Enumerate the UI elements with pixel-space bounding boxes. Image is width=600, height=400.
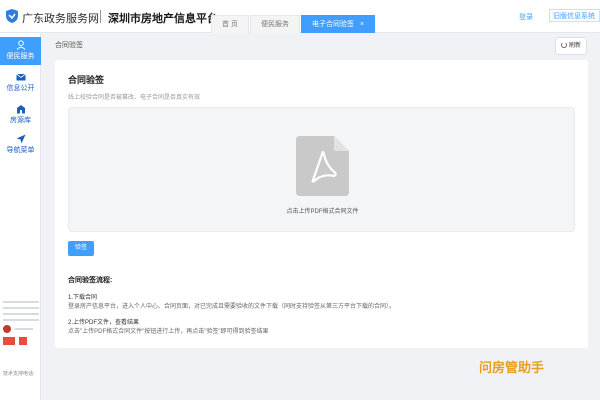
service-icon xyxy=(16,40,25,50)
mail-icon xyxy=(15,73,26,81)
gd-government-logo-icon xyxy=(6,9,18,23)
sidebar-footer-links xyxy=(3,301,39,345)
refresh-button[interactable]: 刷新 xyxy=(555,37,587,55)
sidebar-item-label: 房源库 xyxy=(10,117,31,124)
pdf-file-icon xyxy=(296,136,349,196)
sidebar-item-label: 导航菜单 xyxy=(6,147,35,154)
breadcrumb: 合同验签 xyxy=(55,42,83,49)
refresh-label: 刷新 xyxy=(568,43,581,49)
sidebar-item-navigation-menu[interactable]: 导航菜单 xyxy=(0,131,41,159)
tab-contract-verify-label: 电子合同验签 xyxy=(311,21,354,28)
process-title: 合同验签流程: xyxy=(68,277,113,284)
sidebar-item-label: 便民服务 xyxy=(6,53,35,60)
footer-link-line[interactable] xyxy=(3,301,39,303)
tab-contract-verify[interactable]: 电子合同验签 × xyxy=(300,15,376,33)
top-header: 广东政务服务网 深圳市房地产信息平台 首 页 便民服务 电子合同验签 × 登录 旧… xyxy=(0,0,600,33)
brand-divider xyxy=(100,10,101,23)
footer-badges xyxy=(3,325,39,333)
contract-verify-card: 合同验签 线上校验合同是否被篡改、电子合同是否真实有效 点击上传PDF格式合同文… xyxy=(55,60,588,348)
old-system-button[interactable]: 旧版信息系统 xyxy=(549,9,600,22)
police-badge-icon xyxy=(3,325,11,333)
step1-description: 登录房产信息平台，进入个人中心、合同页面，对已完成且需要验收的文件下载（同时支持… xyxy=(68,304,396,310)
sidebar-item-label: 信息公开 xyxy=(6,85,35,92)
page-description: 线上校验合同是否被篡改、电子合同是否真实有效 xyxy=(68,95,201,101)
footer-link-line[interactable] xyxy=(3,313,39,315)
sidebar: 便民服务 信息公开 房源库 导航菜单 技术支持电话: xyxy=(0,33,41,400)
tab-home-label: 首 页 xyxy=(222,21,238,28)
upload-hint: 点击上传PDF格式合同文件 xyxy=(286,209,359,215)
brand-name[interactable]: 广东政务服务网 xyxy=(22,10,99,26)
page-tabs: 首 页 便民服务 电子合同验签 × xyxy=(211,15,376,33)
navigation-icon xyxy=(16,134,25,144)
sidebar-item-convenience-services[interactable]: 便民服务 xyxy=(0,37,41,65)
step1-title: 1.下载合同 xyxy=(68,295,98,301)
pdf-upload-area[interactable]: 点击上传PDF格式合同文件 xyxy=(68,107,575,232)
tab-convenience-services[interactable]: 便民服务 xyxy=(249,15,300,33)
building-icon xyxy=(16,105,25,114)
step2-description: 点击"上传PDF格式合同文件"按钮进行上传，再点击"验签"即可得到验签结果 xyxy=(68,329,269,335)
sidebar-item-info-disclosure[interactable]: 信息公开 xyxy=(0,69,41,97)
footer-link-line[interactable] xyxy=(3,307,39,309)
site-title[interactable]: 深圳市房地产信息平台 xyxy=(108,10,218,26)
error-report-badge-icon[interactable] xyxy=(19,337,27,345)
page-title: 合同验签 xyxy=(68,75,105,85)
login-link[interactable]: 登录 xyxy=(519,12,533,22)
tab-convenience-label: 便民服务 xyxy=(260,21,289,28)
sidebar-item-housing-library[interactable]: 房源库 xyxy=(0,101,41,129)
footer-record-line xyxy=(15,328,33,330)
footer-badges-2 xyxy=(3,337,39,345)
step2-title: 2.上传PDF文件，查看结果 xyxy=(68,320,140,326)
footer-link-line[interactable] xyxy=(3,319,39,321)
tab-close-icon[interactable]: × xyxy=(360,21,364,28)
verify-button[interactable]: 验签 xyxy=(68,241,94,256)
tech-support-text: 技术支持电话: xyxy=(3,371,35,377)
gov-site-badge-icon[interactable] xyxy=(3,337,15,345)
tab-home[interactable]: 首 页 xyxy=(211,15,249,33)
assistant-watermark: 问房管助手 xyxy=(479,360,545,375)
refresh-icon xyxy=(560,42,567,48)
